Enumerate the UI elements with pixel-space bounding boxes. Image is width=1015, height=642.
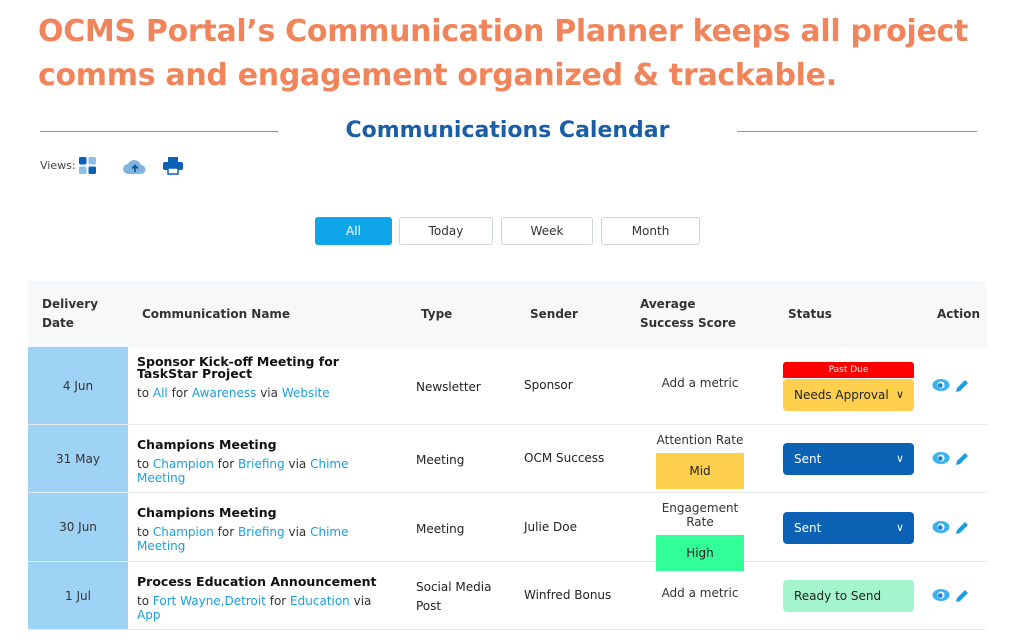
via-text: via [288,457,307,471]
divider [40,131,278,132]
filter-month[interactable]: Month [601,217,700,245]
chevron-down-icon: ∨ [895,452,904,465]
purpose-link[interactable]: Briefing [238,525,285,539]
view-icon[interactable] [932,378,950,392]
grid-view-icon[interactable] [79,157,97,175]
edit-icon[interactable] [954,451,970,467]
for-text: for [217,457,235,471]
col-communication-name: Communication Name [142,307,291,321]
type: Newsletter [416,380,481,394]
filter-week[interactable]: Week [501,217,593,245]
status-value: Ready to Send [794,589,882,603]
score-label: Engagement Rate [661,501,739,529]
communication-name[interactable]: Process Education Announcement [137,575,387,588]
edit-icon[interactable] [954,520,970,536]
score-label: Attention Rate [656,433,744,447]
for-text: for [269,594,287,608]
table-row[interactable]: 4 Jun Sponsor Kick-off Meeting for TaskS… [28,347,987,425]
delivery-date: 1 Jul [28,562,128,629]
type: Social Media Post [416,580,492,613]
to-text: to [137,386,150,400]
sender: Julie Doe [524,520,577,534]
view-icon[interactable] [932,520,950,534]
score-badge: Mid [656,453,744,489]
print-icon[interactable] [163,157,183,175]
table-row[interactable]: 31 May Champions Meeting to Champion for… [28,425,987,493]
channel-link[interactable]: Website [282,386,330,400]
table-row[interactable]: 1 Jul Process Education Announcement to … [28,562,987,630]
calendar-title: Communications Calendar [345,118,670,143]
past-due-badge: Past Due [783,362,914,378]
col-score: Average Success Score [640,297,737,330]
table-row[interactable]: 30 Jun Champions Meeting to Champion for… [28,493,987,571]
add-metric-link[interactable]: Add a metric [648,586,752,600]
add-metric-link[interactable]: Add a metric [648,376,752,390]
type: Meeting [416,453,465,467]
status-dropdown[interactable]: Needs Approval ∨ [783,379,914,411]
view-icon[interactable] [932,588,950,602]
sender: Sponsor [524,378,573,392]
via-text: via [288,525,307,539]
audience-link[interactable]: Champion [153,525,214,539]
channel-link[interactable]: App [137,608,160,622]
sender: Winfred Bonus [524,588,612,602]
headline: OCMS Portal’s Communication Planner keep… [38,14,969,93]
delivery-date: 31 May [28,425,128,492]
purpose-link[interactable]: Briefing [238,457,285,471]
type: Meeting [416,522,465,536]
audience-link[interactable]: All [153,386,168,400]
col-type: Type [421,307,453,321]
filter-all[interactable]: All [315,217,392,245]
col-status: Status [788,307,832,321]
communications-table: Delivery Date Communication Name Type Se… [28,281,987,630]
col-sender: Sender [530,307,578,321]
status-dropdown[interactable]: Sent ∨ [783,443,914,475]
divider [737,131,977,132]
via-text: via [260,386,278,400]
status-dropdown[interactable]: Sent ∨ [783,512,914,544]
edit-icon[interactable] [954,378,970,394]
communication-name[interactable]: Champions Meeting [137,438,387,451]
sender: OCM Success [524,451,605,465]
col-delivery-date: Delivery Date [42,297,99,330]
cloud-upload-icon[interactable] [123,157,147,175]
via-text: via [353,594,372,608]
status-value: Sent [794,521,822,535]
status-value: Needs Approval [794,388,889,402]
chevron-down-icon: ∨ [895,521,904,534]
purpose-link[interactable]: Education [290,594,350,608]
for-text: for [171,386,189,400]
chevron-down-icon: ∨ [895,388,904,401]
to-text: to [137,457,150,471]
to-text: to [137,594,150,608]
delivery-date: 30 Jun [28,493,128,561]
communication-name[interactable]: Sponsor Kick-off Meeting for TaskStar Pr… [137,355,387,380]
filter-today[interactable]: Today [399,217,493,245]
view-icon[interactable] [932,451,950,465]
table-header: Delivery Date Communication Name Type Se… [28,281,987,347]
communication-name[interactable]: Champions Meeting [137,506,387,519]
for-text: for [217,525,235,539]
status-value: Sent [794,452,822,466]
purpose-link[interactable]: Awareness [192,386,256,400]
delivery-date: 4 Jun [28,347,128,424]
audience-link[interactable]: Fort Wayne,Detroit [153,594,266,608]
col-action: Action [937,307,981,321]
edit-icon[interactable] [954,588,970,604]
to-text: to [137,525,150,539]
status-dropdown[interactable]: Ready to Send [783,580,914,612]
views-label: Views: [40,159,76,172]
audience-link[interactable]: Champion [153,457,214,471]
